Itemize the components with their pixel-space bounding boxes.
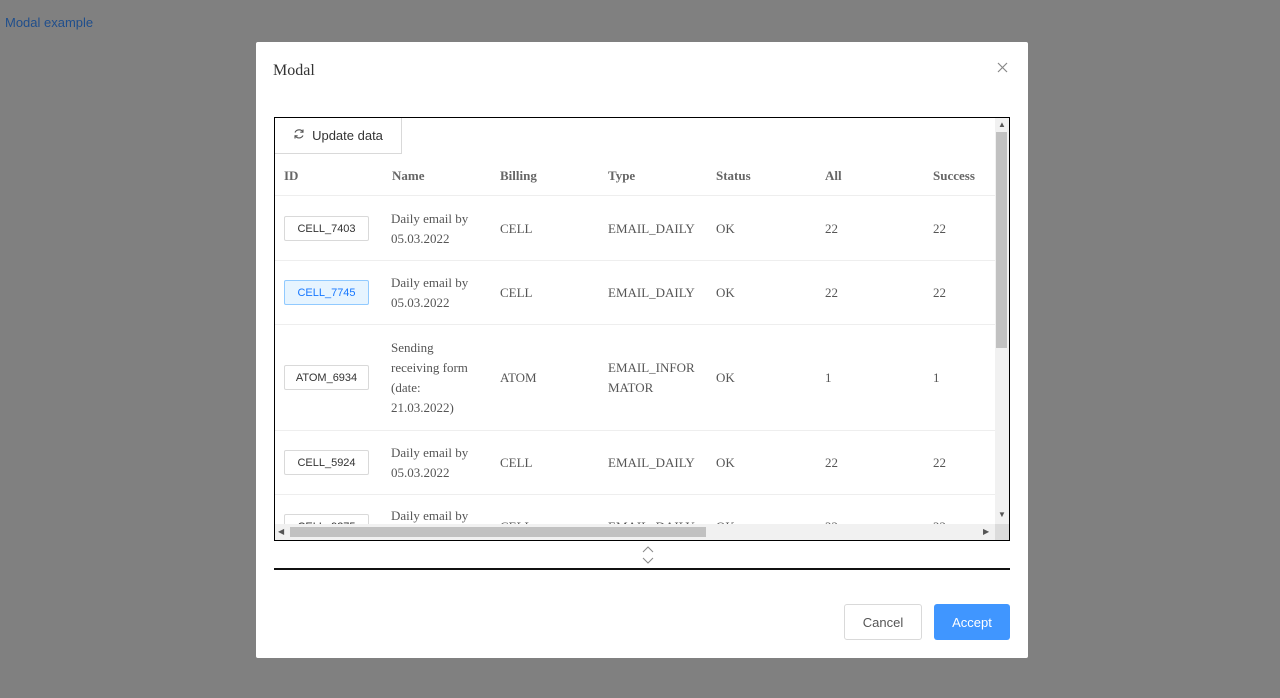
scroll-left-icon[interactable]: ◀ [278,527,284,537]
cell-status: OK [716,454,735,470]
cell-type: EMAIL_INFORMATOR [608,359,695,395]
cell-billing: CELL [500,220,533,236]
cancel-button[interactable]: Cancel [844,604,922,640]
cell-name: Daily email by 05.03.2022 [391,274,469,310]
table-row: CELL_7745 Daily email by 05.03.2022 CELL… [275,261,995,325]
table-row: CELL_9375 Daily email by CELL EMAIL_DAIL… [275,495,995,524]
cell-status: OK [716,220,735,236]
cell-name: Daily email by [391,508,469,523]
modal-dialog: Modal Update data ID Name Billing Type S… [256,42,1028,658]
cell-success: 22 [933,454,946,470]
cell-all: 22 [825,454,838,470]
column-header-name: Name [392,168,425,183]
table-row: CELL_7403 Daily email by 05.03.2022 CELL… [275,197,995,261]
modal-example-link[interactable]: Modal example [5,15,93,30]
row-id-button[interactable]: CELL_7403 [284,216,369,241]
resize-handle-icon[interactable] [639,542,657,568]
cell-success: 1 [933,369,940,385]
table-container: Update data ID Name Billing Type Status … [274,117,1010,541]
update-data-label: Update data [312,128,383,143]
scrollbar-corner [995,524,1009,540]
refresh-icon [293,128,305,143]
cell-type: EMAIL_DAILY [608,220,695,236]
vertical-scroll-thumb[interactable] [996,132,1007,348]
cell-status: OK [716,284,735,300]
cell-all: 1 [825,369,832,385]
divider [274,568,1010,570]
cell-all: 22 [825,220,838,236]
column-header-success: Success [933,168,975,183]
close-icon[interactable] [992,57,1012,77]
horizontal-scrollbar[interactable]: ◀ ▶ [275,524,995,540]
cell-name: Sending receiving form (date: 21.03.2022… [391,339,468,415]
scroll-down-icon[interactable]: ▼ [998,510,1006,520]
cell-status: OK [716,495,735,525]
cell-all: 22 [825,495,838,525]
cell-billing: CELL [500,284,533,300]
cell-success: 22 [933,220,946,236]
cell-type: EMAIL_DAILY [608,454,695,470]
modal-title: Modal [273,62,315,79]
cell-success: 22 [933,284,946,300]
cell-status: OK [716,369,735,385]
column-header-billing: Billing [500,168,537,183]
column-header-all: All [825,168,842,183]
column-header-status: Status [716,168,751,183]
accept-button[interactable]: Accept [934,604,1010,640]
row-id-button[interactable]: CELL_7745 [284,280,369,305]
table-viewport: Update data ID Name Billing Type Status … [275,118,995,524]
row-id-button[interactable]: CELL_9375 [284,514,369,524]
table-header: ID Name Billing Type Status All Success [275,162,995,196]
cell-success: 22 [933,495,946,525]
row-id-button[interactable]: ATOM_6934 [284,365,369,390]
row-id-button[interactable]: CELL_5924 [284,450,369,475]
cell-billing: CELL [500,495,533,525]
cell-all: 22 [825,284,838,300]
cell-name: Daily email by 05.03.2022 [391,444,469,480]
scroll-up-icon[interactable]: ▲ [998,120,1006,130]
table-row: ATOM_6934 Sending receiving form (date: … [275,325,995,431]
cell-billing: CELL [500,454,533,470]
cell-billing: ATOM [500,369,537,385]
column-header-type: Type [608,168,636,183]
table-row: CELL_5924 Daily email by 05.03.2022 CELL… [275,431,995,495]
cell-name: Daily email by 05.03.2022 [391,210,469,246]
cell-type: EMAIL_DAILY [608,284,695,300]
update-data-button[interactable]: Update data [275,118,402,154]
vertical-scrollbar[interactable]: ▲ ▼ [995,118,1009,524]
cell-type: EMAIL_DAILY [608,495,700,525]
horizontal-scroll-thumb[interactable] [290,527,706,537]
scroll-right-icon[interactable]: ▶ [983,527,989,537]
column-header-id: ID [284,168,299,183]
